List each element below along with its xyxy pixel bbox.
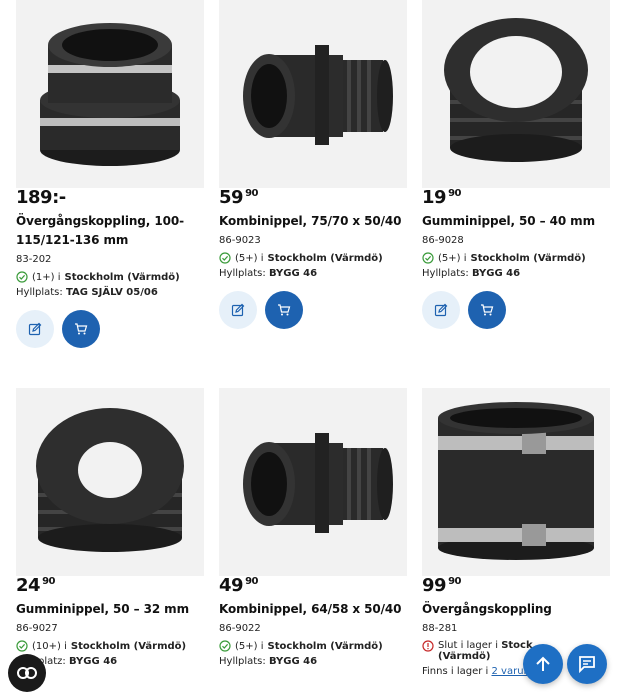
product-price: 24 90 (16, 575, 55, 596)
product-sku: 86-9027 (16, 623, 58, 634)
edit-icon (231, 303, 245, 317)
stock-status: (5+) i Stockholm (Värmdö) (219, 640, 407, 652)
product-price: 19 90 (422, 187, 461, 208)
check-circle-icon (16, 640, 28, 652)
cookie-settings-button[interactable] (8, 654, 46, 692)
product-sku: 83-202 (16, 254, 52, 265)
alert-circle-icon (422, 640, 434, 652)
product-sku: 86-9022 (219, 623, 261, 634)
product-card[interactable]: 189:- Övergångskoppling, 100-115/121-136… (16, 0, 204, 348)
product-price: 189:- (16, 187, 66, 208)
product-card[interactable]: 49 90 Kombinippel, 64/58 x 50/40 86-9022 … (219, 388, 407, 667)
product-sku: 86-9028 (422, 235, 464, 246)
product-image[interactable] (422, 388, 610, 576)
add-to-cart-button[interactable] (468, 291, 506, 329)
product-sku: 88-281 (422, 623, 458, 634)
product-card[interactable]: 19 90 Gumminippel, 50 – 40 mm 86-9028 (5+… (422, 0, 610, 329)
cookie-icon (17, 667, 37, 679)
product-image[interactable] (16, 388, 204, 576)
chat-button[interactable] (567, 644, 607, 684)
add-to-cart-button[interactable] (62, 310, 100, 348)
edit-button[interactable] (422, 291, 460, 329)
shelf-location: Hyllplats: BYGG 46 (422, 268, 521, 279)
arrow-up-icon (536, 656, 550, 671)
check-circle-icon (219, 252, 231, 264)
add-to-cart-button[interactable] (265, 291, 303, 329)
shelf-location: Hyllplats: BYGG 46 (219, 268, 318, 279)
product-price: 59 90 (219, 187, 258, 208)
product-image[interactable] (422, 0, 610, 188)
product-title[interactable]: Kombinippel, 64/58 x 50/40 (219, 600, 407, 619)
scroll-to-top-button[interactable] (523, 644, 563, 684)
product-card[interactable]: 99 90 Övergångskoppling 88-281 Slut i lag… (422, 388, 610, 677)
stock-status: (10+) i Stockholm (Värmdö) (16, 640, 204, 652)
stock-status: (5+) i Stockholm (Värmdö) (422, 252, 610, 264)
product-image[interactable] (219, 388, 407, 576)
chat-icon (579, 656, 595, 674)
product-title[interactable]: Övergångskoppling, 100-115/121-136 mm (16, 212, 204, 250)
product-title[interactable]: Kombinippel, 75/70 x 50/40 (219, 212, 407, 231)
cart-icon (278, 304, 291, 316)
product-card[interactable]: 59 90 Kombinippel, 75/70 x 50/40 86-9023 … (219, 0, 407, 329)
product-image[interactable] (219, 0, 407, 188)
cart-icon (481, 304, 494, 316)
check-circle-icon (422, 252, 434, 264)
cart-icon (75, 323, 88, 335)
stock-status: (1+) i Stockholm (Värmdö) (16, 271, 204, 283)
product-price: 49 90 (219, 575, 258, 596)
edit-button[interactable] (219, 291, 257, 329)
product-image[interactable] (16, 0, 204, 188)
product-title[interactable]: Gumminippel, 50 – 32 mm (16, 600, 204, 619)
product-title[interactable]: Gumminippel, 50 – 40 mm (422, 212, 610, 231)
edit-button[interactable] (16, 310, 54, 348)
edit-icon (28, 322, 42, 336)
stock-status: (5+) i Stockholm (Värmdö) (219, 252, 407, 264)
edit-icon (434, 303, 448, 317)
shelf-location: Hyllplats: BYGG 46 (219, 656, 318, 667)
shelf-location: Hyllplats: TAG SJÄLV 05/06 (16, 287, 158, 298)
check-circle-icon (219, 640, 231, 652)
product-sku: 86-9023 (219, 235, 261, 246)
product-card[interactable]: 24 90 Gumminippel, 50 – 32 mm 86-9027 (10… (16, 388, 204, 667)
product-title[interactable]: Övergångskoppling (422, 600, 610, 619)
product-price: 99 90 (422, 575, 461, 596)
check-circle-icon (16, 271, 28, 283)
